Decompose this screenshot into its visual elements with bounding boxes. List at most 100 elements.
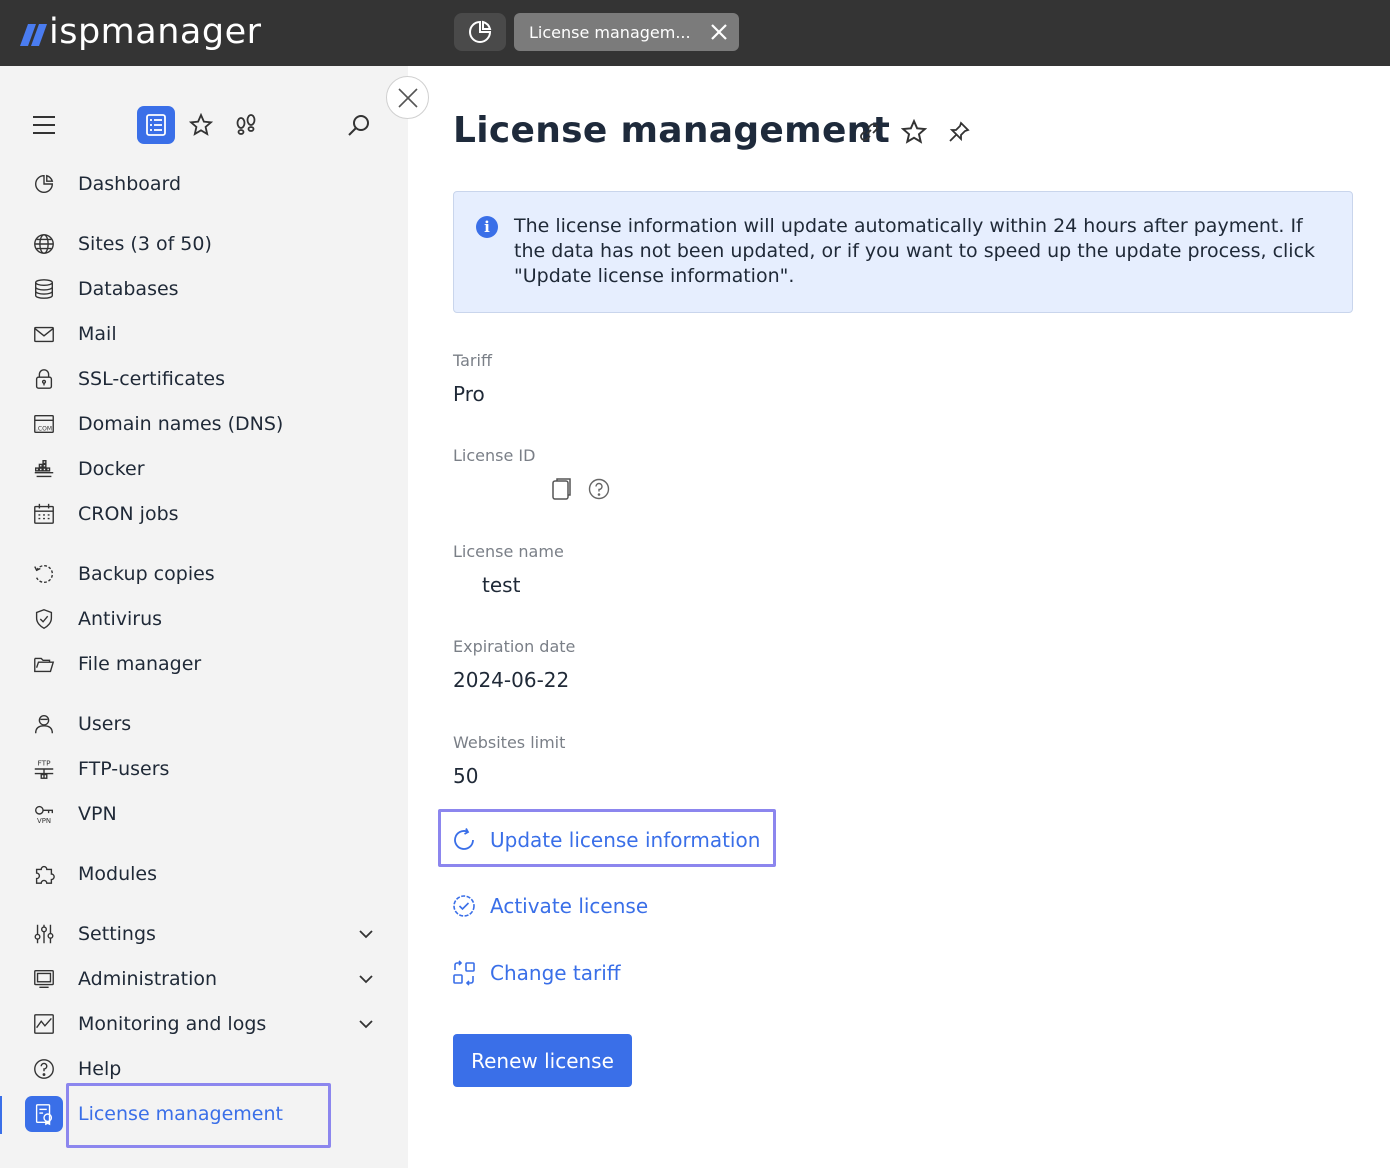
- sidebar-item-settings[interactable]: Settings: [0, 914, 408, 954]
- star-icon: [189, 113, 213, 136]
- copy-icon: [552, 478, 571, 500]
- close-icon: [397, 87, 418, 108]
- info-text: The license information will update auto…: [514, 215, 1316, 287]
- mail-icon: [30, 320, 58, 348]
- sidebar-item-domain-names-dns[interactable]: .COM Domain names (DNS): [0, 404, 408, 444]
- license-id-label: License ID: [453, 446, 536, 465]
- calendar-icon: [30, 500, 58, 528]
- sliders-icon: [30, 920, 58, 948]
- license-id-help-button[interactable]: [588, 478, 610, 500]
- sidebar-item-backup-copies[interactable]: Backup copies: [0, 554, 408, 594]
- svg-text:FTP: FTP: [37, 758, 51, 767]
- sidebar-item-users[interactable]: Users: [0, 704, 408, 744]
- favorites-button[interactable]: [187, 111, 215, 139]
- sidebar-item-antivirus[interactable]: Antivirus: [0, 599, 408, 639]
- sidebar-item-label: Dashboard: [78, 173, 182, 195]
- list-icon: [146, 114, 166, 136]
- search-icon: [348, 115, 369, 136]
- svg-text:VPN: VPN: [37, 817, 51, 825]
- svg-text:.COM: .COM: [36, 425, 52, 432]
- sidebar-item-label: FTP-users: [78, 758, 170, 780]
- sidebar-item-label: Users: [78, 713, 132, 735]
- help-icon: [30, 1055, 58, 1083]
- tab-license-management[interactable]: License managem...: [514, 13, 739, 51]
- user-icon: [30, 710, 58, 738]
- recent-button[interactable]: [232, 111, 260, 139]
- shield-icon: [30, 605, 58, 633]
- sidebar-item-label: File manager: [78, 653, 202, 675]
- sidebar-toolbar: [0, 106, 408, 144]
- link-icon: [860, 123, 878, 141]
- sidebar: Dashboard Sites (3 of 50) Databases Mail SSL…: [0, 66, 408, 1168]
- dns-icon: .COM: [30, 410, 58, 438]
- sidebar-item-label: Administration: [78, 968, 218, 990]
- tariff-value: Pro: [453, 382, 485, 406]
- copy-link-button[interactable]: [855, 118, 883, 146]
- expiration-date-label: Expiration date: [453, 637, 576, 656]
- sidebar-item-label: Settings: [78, 923, 156, 945]
- pin-button[interactable]: [945, 118, 973, 146]
- sidebar-item-cron-jobs[interactable]: CRON jobs: [0, 494, 408, 534]
- help-icon: [588, 478, 610, 500]
- sidebar-item-mail[interactable]: Mail: [0, 314, 408, 354]
- sidebar-item-label: Docker: [78, 458, 145, 480]
- sidebar-item-vpn[interactable]: VPN VPN: [0, 794, 408, 834]
- refresh-icon: [450, 826, 478, 854]
- logo[interactable]: ispmanager: [19, 8, 262, 56]
- collapse-sidebar-button[interactable]: [386, 76, 429, 119]
- update-license-button[interactable]: Update license information: [450, 820, 760, 860]
- websites-limit-value: 50: [453, 764, 479, 788]
- info-notice: i The license information will update au…: [453, 191, 1353, 313]
- sidebar-item-label: Help: [78, 1058, 122, 1080]
- activate-license-button[interactable]: Activate license: [450, 886, 648, 926]
- list-view-button[interactable]: [137, 106, 175, 144]
- add-favorite-button[interactable]: [900, 118, 928, 146]
- copy-license-id-button[interactable]: [548, 476, 574, 502]
- logo-mark-icon: [19, 24, 48, 46]
- sidebar-item-docker[interactable]: Docker: [0, 449, 408, 489]
- backup-icon: [30, 560, 58, 588]
- folder-icon: [30, 650, 58, 678]
- search-button[interactable]: [345, 111, 373, 139]
- sidebar-item-dashboard[interactable]: Dashboard: [0, 164, 408, 204]
- close-icon[interactable]: [709, 22, 729, 42]
- sidebar-item-ftp-users[interactable]: FTP FTP-users: [0, 749, 408, 789]
- ftp-icon: FTP: [30, 755, 58, 783]
- puzzle-icon: [30, 860, 58, 888]
- websites-limit-label: Websites limit: [453, 733, 566, 752]
- sidebar-item-databases[interactable]: Databases: [0, 269, 408, 309]
- hamburger-icon: [33, 116, 55, 134]
- sidebar-highlight-box: [66, 1083, 331, 1148]
- menu-toggle-button[interactable]: [30, 111, 58, 139]
- license-name-value: test: [482, 573, 521, 597]
- sidebar-item-administration[interactable]: Administration: [0, 959, 408, 999]
- chevron-down-icon[interactable]: [356, 969, 376, 989]
- change-tariff-button[interactable]: Change tariff: [450, 953, 621, 993]
- renew-license-button[interactable]: Renew license: [453, 1034, 632, 1087]
- chevron-down-icon[interactable]: [356, 924, 376, 944]
- sidebar-item-monitoring-and-logs[interactable]: Monitoring and logs: [0, 1004, 408, 1044]
- tariff-label: Tariff: [453, 351, 492, 370]
- lock-icon: [30, 365, 58, 393]
- monitor-icon: [30, 965, 58, 993]
- sidebar-item-modules[interactable]: Modules: [0, 854, 408, 894]
- sidebar-item-file-manager[interactable]: File manager: [0, 644, 408, 684]
- update-license-label: Update license information: [490, 828, 761, 852]
- dashboard-icon: [30, 170, 58, 198]
- chevron-down-icon[interactable]: [356, 1014, 376, 1034]
- logo-text: ispmanager: [49, 12, 262, 52]
- footprints-icon: [236, 114, 256, 135]
- activate-license-label: Activate license: [490, 894, 649, 918]
- expiration-date-value: 2024-06-22: [453, 668, 570, 692]
- badge-check-icon: [450, 892, 478, 920]
- dashboard-tab[interactable]: [454, 13, 506, 51]
- sidebar-item-label: VPN: [78, 803, 117, 825]
- sidebar-item-sites-3-of-50[interactable]: Sites (3 of 50): [0, 224, 408, 264]
- active-indicator: [0, 1096, 2, 1134]
- license-icon: [25, 1096, 63, 1132]
- pin-icon: [949, 121, 970, 142]
- sidebar-item-ssl-certificates[interactable]: SSL-certificates: [0, 359, 408, 399]
- top-bar: ispmanager License managem...: [0, 0, 1390, 66]
- sidebar-item-label: Mail: [78, 323, 117, 345]
- dashboard-icon: [469, 20, 492, 43]
